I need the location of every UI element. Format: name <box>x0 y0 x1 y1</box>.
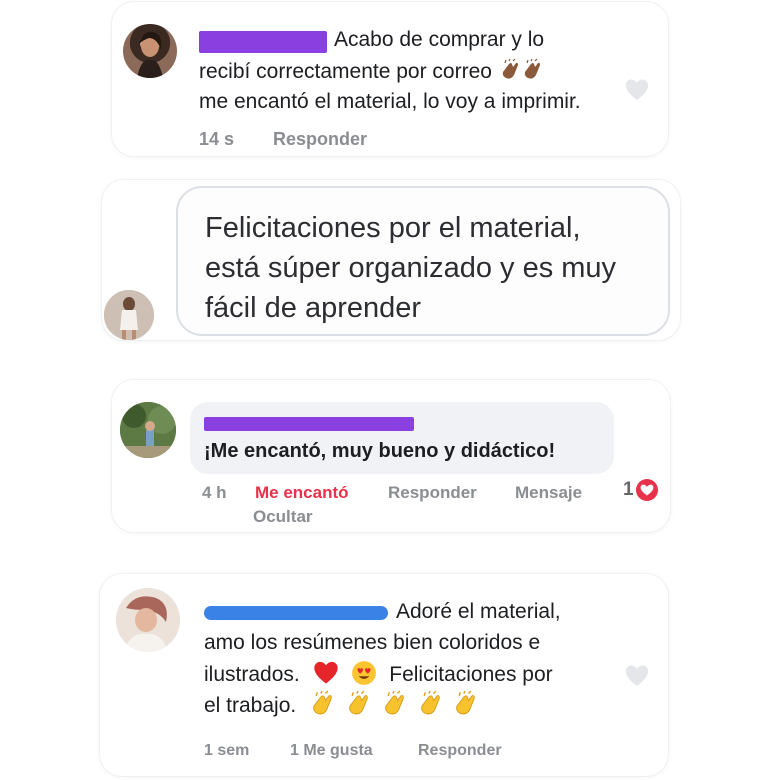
clapping-hands-icon <box>380 690 408 718</box>
love-reaction-icon <box>635 479 658 501</box>
comment-text: recibí correctamente por correo <box>199 57 544 87</box>
comment-line: Acabo de comprar y lo <box>334 28 545 51</box>
comment-line: el trabajo. <box>204 694 297 717</box>
comment-line: ilustrados. <box>204 663 300 686</box>
comment-line: Adoré el material, <box>396 600 561 623</box>
comment-line: me encantó el material, lo voy a imprimi… <box>199 90 581 113</box>
likes-count[interactable]: 1 Me gusta <box>290 742 373 760</box>
comment-text: Adoré el material, <box>396 597 561 627</box>
comment-line: fácil de aprender <box>205 292 422 324</box>
red-heart-icon <box>312 659 340 687</box>
comment-text: Acabo de comprar y lo <box>334 25 544 55</box>
reply-link[interactable]: Responder <box>273 129 367 150</box>
avatar[interactable] <box>116 588 180 652</box>
comment-text: el trabajo. <box>204 690 479 721</box>
comment-text: Felicitaciones por el material, está súp… <box>205 208 616 328</box>
comment-line: recibí correctamente por correo <box>199 60 492 83</box>
redacted-username <box>204 606 388 620</box>
comment-line: está súper organizado y es muy <box>205 252 617 284</box>
comment-text: ilustrados. Felicitaciones por <box>204 659 553 690</box>
reaction-count[interactable]: 1 <box>623 479 658 501</box>
comment-text: me encantó el material, lo voy a imprimi… <box>199 87 581 117</box>
comment-time: 4 h <box>202 483 227 502</box>
clapping-hands-icon <box>451 690 479 718</box>
comment-line: Felicitaciones por el material, <box>205 212 581 244</box>
like-heart-icon[interactable] <box>622 662 652 690</box>
clapping-hands-icon <box>344 690 372 718</box>
comment-text: ¡Me encantó, muy bueno y didáctico! <box>204 440 556 462</box>
heart-eyes-icon <box>351 660 377 686</box>
clapping-hands-icon <box>498 58 522 82</box>
redacted-username <box>199 31 327 53</box>
avatar[interactable] <box>120 402 176 458</box>
comment-line: amo los resúmenes bien coloridos e <box>204 631 541 654</box>
comment-bubble <box>190 402 614 474</box>
clapping-hands-icon <box>308 690 336 718</box>
comment-text: amo los resúmenes bien coloridos e <box>204 628 540 658</box>
redacted-username <box>204 417 414 431</box>
comment-time: 14 s <box>199 129 235 149</box>
reaction-label[interactable]: Me encantó <box>255 483 349 503</box>
avatar[interactable] <box>104 290 154 340</box>
message-link[interactable]: Mensaje <box>515 483 582 503</box>
clapping-hands-icon <box>416 690 444 718</box>
reply-link[interactable]: Responder <box>418 742 502 760</box>
reply-link[interactable]: Responder <box>388 483 477 503</box>
hide-link[interactable]: Ocultar <box>253 507 313 527</box>
comment-time: 1 sem <box>204 742 250 759</box>
like-heart-icon[interactable] <box>622 76 652 104</box>
comment-line: Felicitaciones por <box>389 663 553 686</box>
avatar[interactable] <box>123 24 177 78</box>
clapping-hands-icon <box>520 58 544 82</box>
reaction-count-value: 1 <box>623 479 634 500</box>
